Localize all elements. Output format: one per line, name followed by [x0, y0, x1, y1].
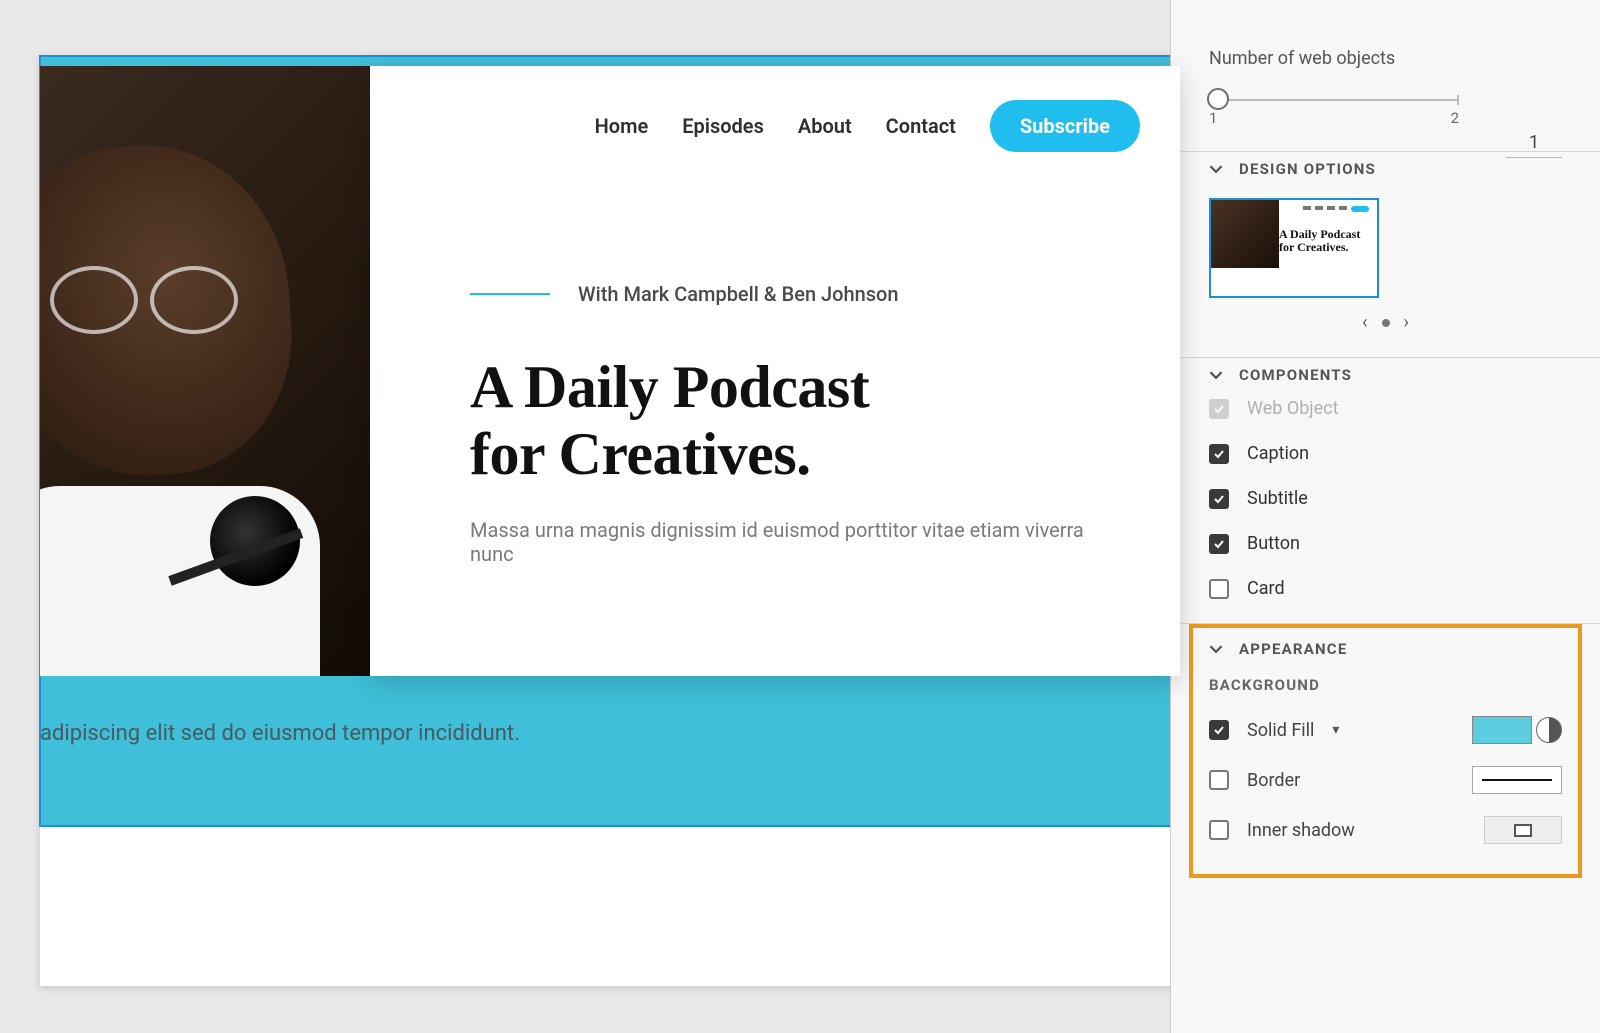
- slider-thumb[interactable]: [1207, 88, 1229, 110]
- design-option-thumbnail[interactable]: A Daily Podcast for Creatives.: [1209, 198, 1379, 298]
- slider-max: 2: [1451, 109, 1459, 127]
- artboard: adipiscing elit sed do eiusmod tempor in…: [40, 56, 1240, 986]
- chevron-down-icon: [1209, 642, 1223, 656]
- nav-link-contact[interactable]: Contact: [886, 114, 956, 138]
- web-objects-value[interactable]: 1: [1506, 132, 1562, 158]
- hero-nav: Home Episodes About Contact Subscribe: [370, 66, 1180, 152]
- components-title: COMPONENTS: [1239, 366, 1352, 384]
- chevron-down-icon[interactable]: ▾: [1332, 722, 1339, 738]
- design-options-section: DESIGN OPTIONS A Daily Podcast for Creat…: [1171, 152, 1600, 358]
- properties-panel: Number of web objects 1 2 1 DESIGN OPTIO…: [1170, 0, 1600, 1033]
- component-caption[interactable]: Caption: [1209, 443, 1562, 464]
- hero-photo: [40, 66, 394, 676]
- canvas-area: adipiscing elit sed do eiusmod tempor in…: [0, 0, 1270, 1033]
- subscribe-button[interactable]: Subscribe: [990, 100, 1140, 152]
- border-style-swatch[interactable]: [1472, 766, 1562, 794]
- inner-shadow-swatch[interactable]: [1484, 816, 1562, 844]
- appearance-section: APPEARANCE BACKGROUND Solid Fill ▾ Borde…: [1189, 624, 1582, 878]
- component-label: Caption: [1247, 443, 1309, 464]
- nav-link-about[interactable]: About: [798, 114, 852, 138]
- checkbox-inner-shadow[interactable]: [1209, 820, 1229, 840]
- slider-min: 1: [1209, 109, 1217, 127]
- component-card[interactable]: Card: [1209, 578, 1562, 599]
- solid-fill-row: Solid Fill ▾: [1209, 716, 1562, 744]
- chevron-down-icon: [1209, 162, 1223, 176]
- solid-fill-label: Solid Fill: [1247, 720, 1314, 741]
- background-subheader: BACKGROUND: [1209, 676, 1562, 694]
- thumb-title-l1: A Daily Podcast: [1279, 227, 1360, 241]
- component-button[interactable]: Button: [1209, 533, 1562, 554]
- checkbox-card[interactable]: [1209, 579, 1229, 599]
- design-options-title: DESIGN OPTIONS: [1239, 160, 1376, 178]
- appearance-header[interactable]: APPEARANCE: [1209, 640, 1562, 658]
- subline-dash: [470, 293, 550, 295]
- design-options-header[interactable]: DESIGN OPTIONS: [1209, 160, 1562, 178]
- hero-card[interactable]: Home Episodes About Contact Subscribe Wi…: [370, 66, 1180, 676]
- background-caption: adipiscing elit sed do eiusmod tempor in…: [40, 721, 520, 746]
- component-subtitle[interactable]: Subtitle: [1209, 488, 1562, 509]
- hero-title-line1: A Daily Podcast: [470, 354, 1120, 421]
- pager-prev-icon[interactable]: ‹: [1362, 312, 1367, 333]
- components-list: Web Object Caption Subtitle Button: [1209, 398, 1562, 599]
- hero-subline: With Mark Campbell & Ben Johnson: [470, 282, 1120, 306]
- pager-next-icon[interactable]: ›: [1404, 312, 1409, 333]
- hero-title-line2: for Creatives.: [470, 421, 1120, 488]
- component-label: Web Object: [1247, 398, 1338, 419]
- component-web-object: Web Object: [1209, 398, 1562, 419]
- thumb-title-l2: for Creatives.: [1279, 240, 1349, 254]
- appearance-title: APPEARANCE: [1239, 640, 1347, 658]
- component-label: Button: [1247, 533, 1300, 554]
- web-objects-section: Number of web objects 1 2 1: [1171, 40, 1600, 152]
- checkbox-web-object: [1209, 399, 1229, 419]
- checkbox-caption[interactable]: [1209, 444, 1229, 464]
- nav-link-home[interactable]: Home: [595, 114, 649, 138]
- slider-tick: [1457, 95, 1459, 105]
- pager-dot[interactable]: [1382, 319, 1390, 327]
- border-label: Border: [1247, 770, 1300, 791]
- solid-fill-swatch[interactable]: [1472, 716, 1562, 744]
- hero-title: A Daily Podcast for Creatives.: [470, 354, 1120, 488]
- checkbox-subtitle[interactable]: [1209, 489, 1229, 509]
- border-row: Border: [1209, 766, 1562, 794]
- components-header[interactable]: COMPONENTS: [1209, 366, 1562, 384]
- chevron-down-icon: [1209, 368, 1223, 382]
- subline-text: With Mark Campbell & Ben Johnson: [578, 282, 899, 306]
- hero-body: With Mark Campbell & Ben Johnson A Daily…: [370, 152, 1180, 566]
- design-option-pager: ‹ ›: [1209, 312, 1562, 333]
- inner-shadow-label: Inner shadow: [1247, 820, 1355, 841]
- microphone-icon: [170, 466, 310, 616]
- color-swatch[interactable]: [1472, 716, 1532, 744]
- opacity-icon[interactable]: [1536, 717, 1562, 743]
- nav-link-episodes[interactable]: Episodes: [682, 114, 764, 138]
- checkbox-button[interactable]: [1209, 534, 1229, 554]
- checkbox-border[interactable]: [1209, 770, 1229, 790]
- hero-description: Massa urna magnis dignissim id euismod p…: [470, 518, 1120, 566]
- inner-shadow-row: Inner shadow: [1209, 816, 1562, 844]
- glasses-icon: [50, 266, 250, 326]
- components-section: COMPONENTS Web Object Caption Subtitle: [1171, 358, 1600, 624]
- checkbox-solid-fill[interactable]: [1209, 720, 1229, 740]
- component-label: Subtitle: [1247, 488, 1308, 509]
- component-label: Card: [1247, 578, 1285, 599]
- web-objects-label: Number of web objects: [1209, 48, 1562, 69]
- slider-range-labels: 1 2: [1209, 109, 1459, 127]
- web-objects-slider[interactable]: [1209, 99, 1459, 101]
